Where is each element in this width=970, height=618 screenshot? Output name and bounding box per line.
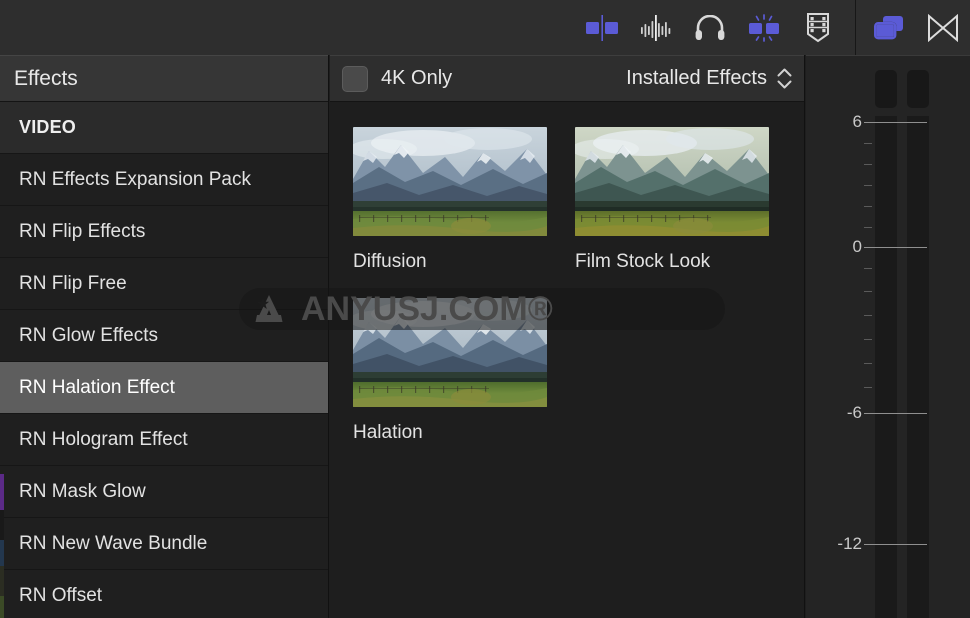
4k-only-checkbox[interactable]	[342, 65, 368, 92]
installed-effects-popup[interactable]: Installed Effects	[626, 67, 796, 90]
meter-major-tick	[864, 544, 927, 545]
meter-scale-label: -6	[846, 403, 862, 422]
effect-cell[interactable]: Film Stock Look	[575, 127, 771, 273]
browser-header: 4K Only Installed Effects	[330, 55, 804, 102]
meter-minor-tick	[864, 164, 872, 165]
sidebar-item-rn-effects-expansion-pack[interactable]: RN Effects Expansion Pack	[0, 154, 328, 206]
meter-major-tick	[864, 413, 927, 414]
sliver-clip-purple	[0, 474, 4, 510]
meter-minor-tick	[864, 339, 872, 340]
meter-minor-tick	[864, 143, 872, 144]
effect-cell[interactable]: Diffusion	[353, 127, 549, 273]
mask-shape-icon[interactable]	[916, 0, 970, 55]
sidebar-item-label: RN Flip Free	[19, 272, 127, 294]
sidebar-item-label: RN Mask Glow	[19, 480, 146, 502]
sidebar-item-label: RN Hologram Effect	[19, 428, 188, 450]
sidebar-item-rn-offset[interactable]: RN Offset	[0, 570, 328, 618]
sidebar-item-label: RN Glow Effects	[19, 324, 159, 346]
effect-cell[interactable]: Halation	[353, 298, 549, 444]
effects-category-list: VIDEO RN Effects Expansion Pack RN Flip Ef…	[0, 102, 328, 618]
meter-major-tick	[864, 122, 927, 123]
timeline-edge-sliver	[0, 474, 4, 618]
audio-waveform-icon[interactable]	[629, 0, 683, 55]
film-strip-icon[interactable]	[791, 0, 845, 55]
sliver-clip-blue	[0, 540, 4, 566]
sidebar-item-label: RN Flip Effects	[19, 220, 146, 242]
effects-grid: Diffusion Film Stock Look Halation	[330, 102, 804, 444]
split-clip-icon[interactable]	[575, 0, 629, 55]
sidebar-item-rn-flip-free[interactable]: RN Flip Free	[0, 258, 328, 310]
effect-name-label: Halation	[353, 422, 423, 443]
duplicate-windows-icon[interactable]	[862, 0, 916, 55]
sliver-clip-green	[0, 596, 4, 618]
effect-name-label: Diffusion	[353, 251, 427, 272]
sidebar-item-label: RN Effects Expansion Pack	[19, 168, 251, 190]
sidebar-item-label: RN New Wave Bundle	[19, 532, 208, 554]
toolbar-button-group	[575, 0, 970, 55]
sidebar-item-label: RN Halation Effect	[19, 376, 175, 398]
meter-scale-label: 0	[852, 237, 862, 256]
sidebar-item-label: RN Offset	[19, 584, 103, 606]
sidebar-item-rn-new-wave-bundle[interactable]: RN New Wave Bundle	[0, 518, 328, 570]
final-cut-pro-effects-browser: Effects VIDEO RN Effects Expansion Pack RN…	[0, 0, 970, 618]
top-toolbar	[0, 0, 970, 55]
meter-minor-tick	[864, 227, 872, 228]
audio-meters-panel[interactable]: 6 0 -6 -12	[806, 55, 970, 618]
sliver-clip-dark	[0, 510, 4, 540]
effect-thumbnail[interactable]	[353, 298, 547, 407]
4k-only-label: 4K Only	[381, 67, 453, 89]
effects-browser-panel: 4K Only Installed Effects Diffusion Film …	[330, 55, 805, 618]
meter-minor-tick	[864, 206, 872, 207]
meter-major-tick	[864, 247, 927, 248]
meter-minor-tick	[864, 363, 872, 364]
sidebar-item-rn-flip-effects[interactable]: RN Flip Effects	[0, 206, 328, 258]
headphones-icon[interactable]	[683, 0, 737, 55]
sidebar-item-video[interactable]: VIDEO	[0, 102, 328, 154]
meter-db-scale: 6 0 -6 -12	[806, 56, 970, 618]
effects-sidebar: Effects VIDEO RN Effects Expansion Pack RN…	[0, 55, 329, 618]
sidebar-item-label: VIDEO	[19, 117, 77, 137]
meter-minor-tick	[864, 387, 872, 388]
chevron-updown-icon	[777, 68, 792, 89]
toolbar-divider	[855, 0, 856, 55]
meter-scale-label: -12	[837, 534, 862, 553]
meter-minor-tick	[864, 185, 872, 186]
sidebar-title: Effects	[0, 55, 328, 102]
effect-thumbnail[interactable]	[575, 127, 769, 236]
sidebar-item-rn-glow-effects[interactable]: RN Glow Effects	[0, 310, 328, 362]
meter-scale-label: 6	[852, 112, 862, 131]
meter-minor-tick	[864, 291, 872, 292]
sidebar-item-rn-mask-glow[interactable]: RN Mask Glow	[0, 466, 328, 518]
effects-icon[interactable]	[737, 0, 791, 55]
sidebar-item-rn-halation-effect[interactable]: RN Halation Effect	[0, 362, 328, 414]
sliver-clip-olive	[0, 566, 4, 596]
sidebar-item-rn-hologram-effect[interactable]: RN Hologram Effect	[0, 414, 328, 466]
effect-name-label: Film Stock Look	[575, 251, 711, 272]
meter-minor-tick	[864, 268, 872, 269]
effect-thumbnail[interactable]	[353, 127, 547, 236]
installed-effects-value: Installed Effects	[626, 67, 767, 89]
meter-minor-tick	[864, 315, 872, 316]
